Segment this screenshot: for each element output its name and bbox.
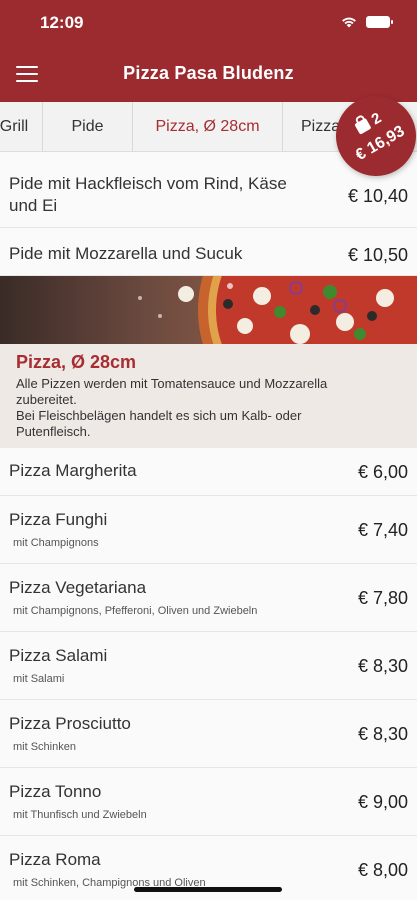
shopping-bag-icon: [354, 117, 372, 135]
item-name: Pide mit Hackfleisch vom Rind, Käse und …: [9, 174, 287, 215]
item-price: € 9,00: [357, 792, 408, 812]
item-description: mit Champignons: [13, 537, 99, 549]
category-header: Pizza, Ø 28cm Alle Pizzen werden mit Tom…: [0, 344, 417, 448]
list-item[interactable]: Pizza Margherita € 6,00: [0, 448, 417, 496]
item-description: mit Schinken: [13, 741, 76, 753]
item-name: Pizza Funghi: [9, 510, 108, 529]
list-item[interactable]: Pizza Vegetariana mit Champignons, Pfeff…: [0, 564, 417, 632]
item-description: mit Thunfisch und Zwiebeln: [13, 809, 147, 821]
item-price: € 8,00: [357, 860, 408, 880]
app-header: Pizza Pasa Bludenz: [0, 46, 417, 102]
status-time: 12:09: [40, 13, 84, 32]
battery-icon: [366, 16, 393, 28]
list-item[interactable]: Pizza Funghi mit Champignons € 7,40: [0, 496, 417, 564]
item-name: Pizza Vegetariana: [9, 578, 147, 597]
page-title: Pizza Pasa Bludenz: [123, 63, 294, 83]
tab-grill[interactable]: Grill: [0, 102, 43, 151]
item-name: Pizza Tonno: [9, 782, 102, 801]
item-price: € 8,30: [357, 724, 408, 744]
cart-count: 2: [368, 109, 385, 129]
item-description: mit Salami: [13, 673, 65, 685]
status-bar: 12:09: [0, 0, 417, 46]
item-name: Pizza Roma: [9, 850, 101, 869]
item-name: Pizza Margherita: [9, 461, 137, 480]
item-price: € 6,00: [357, 462, 408, 482]
list-item[interactable]: Pizza Salami mit Salami € 8,30: [0, 632, 417, 700]
item-name: Pizza Prosciutto: [9, 714, 131, 733]
home-indicator: [134, 887, 282, 892]
list-item[interactable]: Pide mit Mozzarella und Sucuk € 10,50: [0, 228, 417, 276]
item-description: mit Champignons, Pfefferoni, Oliven und …: [13, 605, 258, 617]
item-price: € 10,50: [347, 245, 408, 265]
item-price: € 8,30: [357, 656, 408, 676]
item-price: € 7,40: [357, 520, 408, 540]
tab-pizza-28cm[interactable]: Pizza, Ø 28cm: [133, 102, 283, 151]
category-title: Pizza, Ø 28cm: [16, 352, 137, 372]
category-banner-image: [0, 276, 417, 344]
item-name: Pizza Salami: [9, 646, 108, 665]
category-description: Alle Pizzen werden mit Tomatensauce und …: [16, 376, 328, 439]
item-name: Pide mit Mozzarella und Sucuk: [9, 244, 243, 263]
tab-pide[interactable]: Pide: [43, 102, 133, 151]
item-price: € 10,40: [347, 186, 408, 206]
list-item[interactable]: Pizza Prosciutto mit Schinken € 8,30: [0, 700, 417, 768]
wifi-icon: [342, 17, 356, 28]
list-item[interactable]: Pizza Tonno mit Thunfisch und Zwiebeln €…: [0, 768, 417, 836]
item-price: € 7,80: [357, 588, 408, 608]
